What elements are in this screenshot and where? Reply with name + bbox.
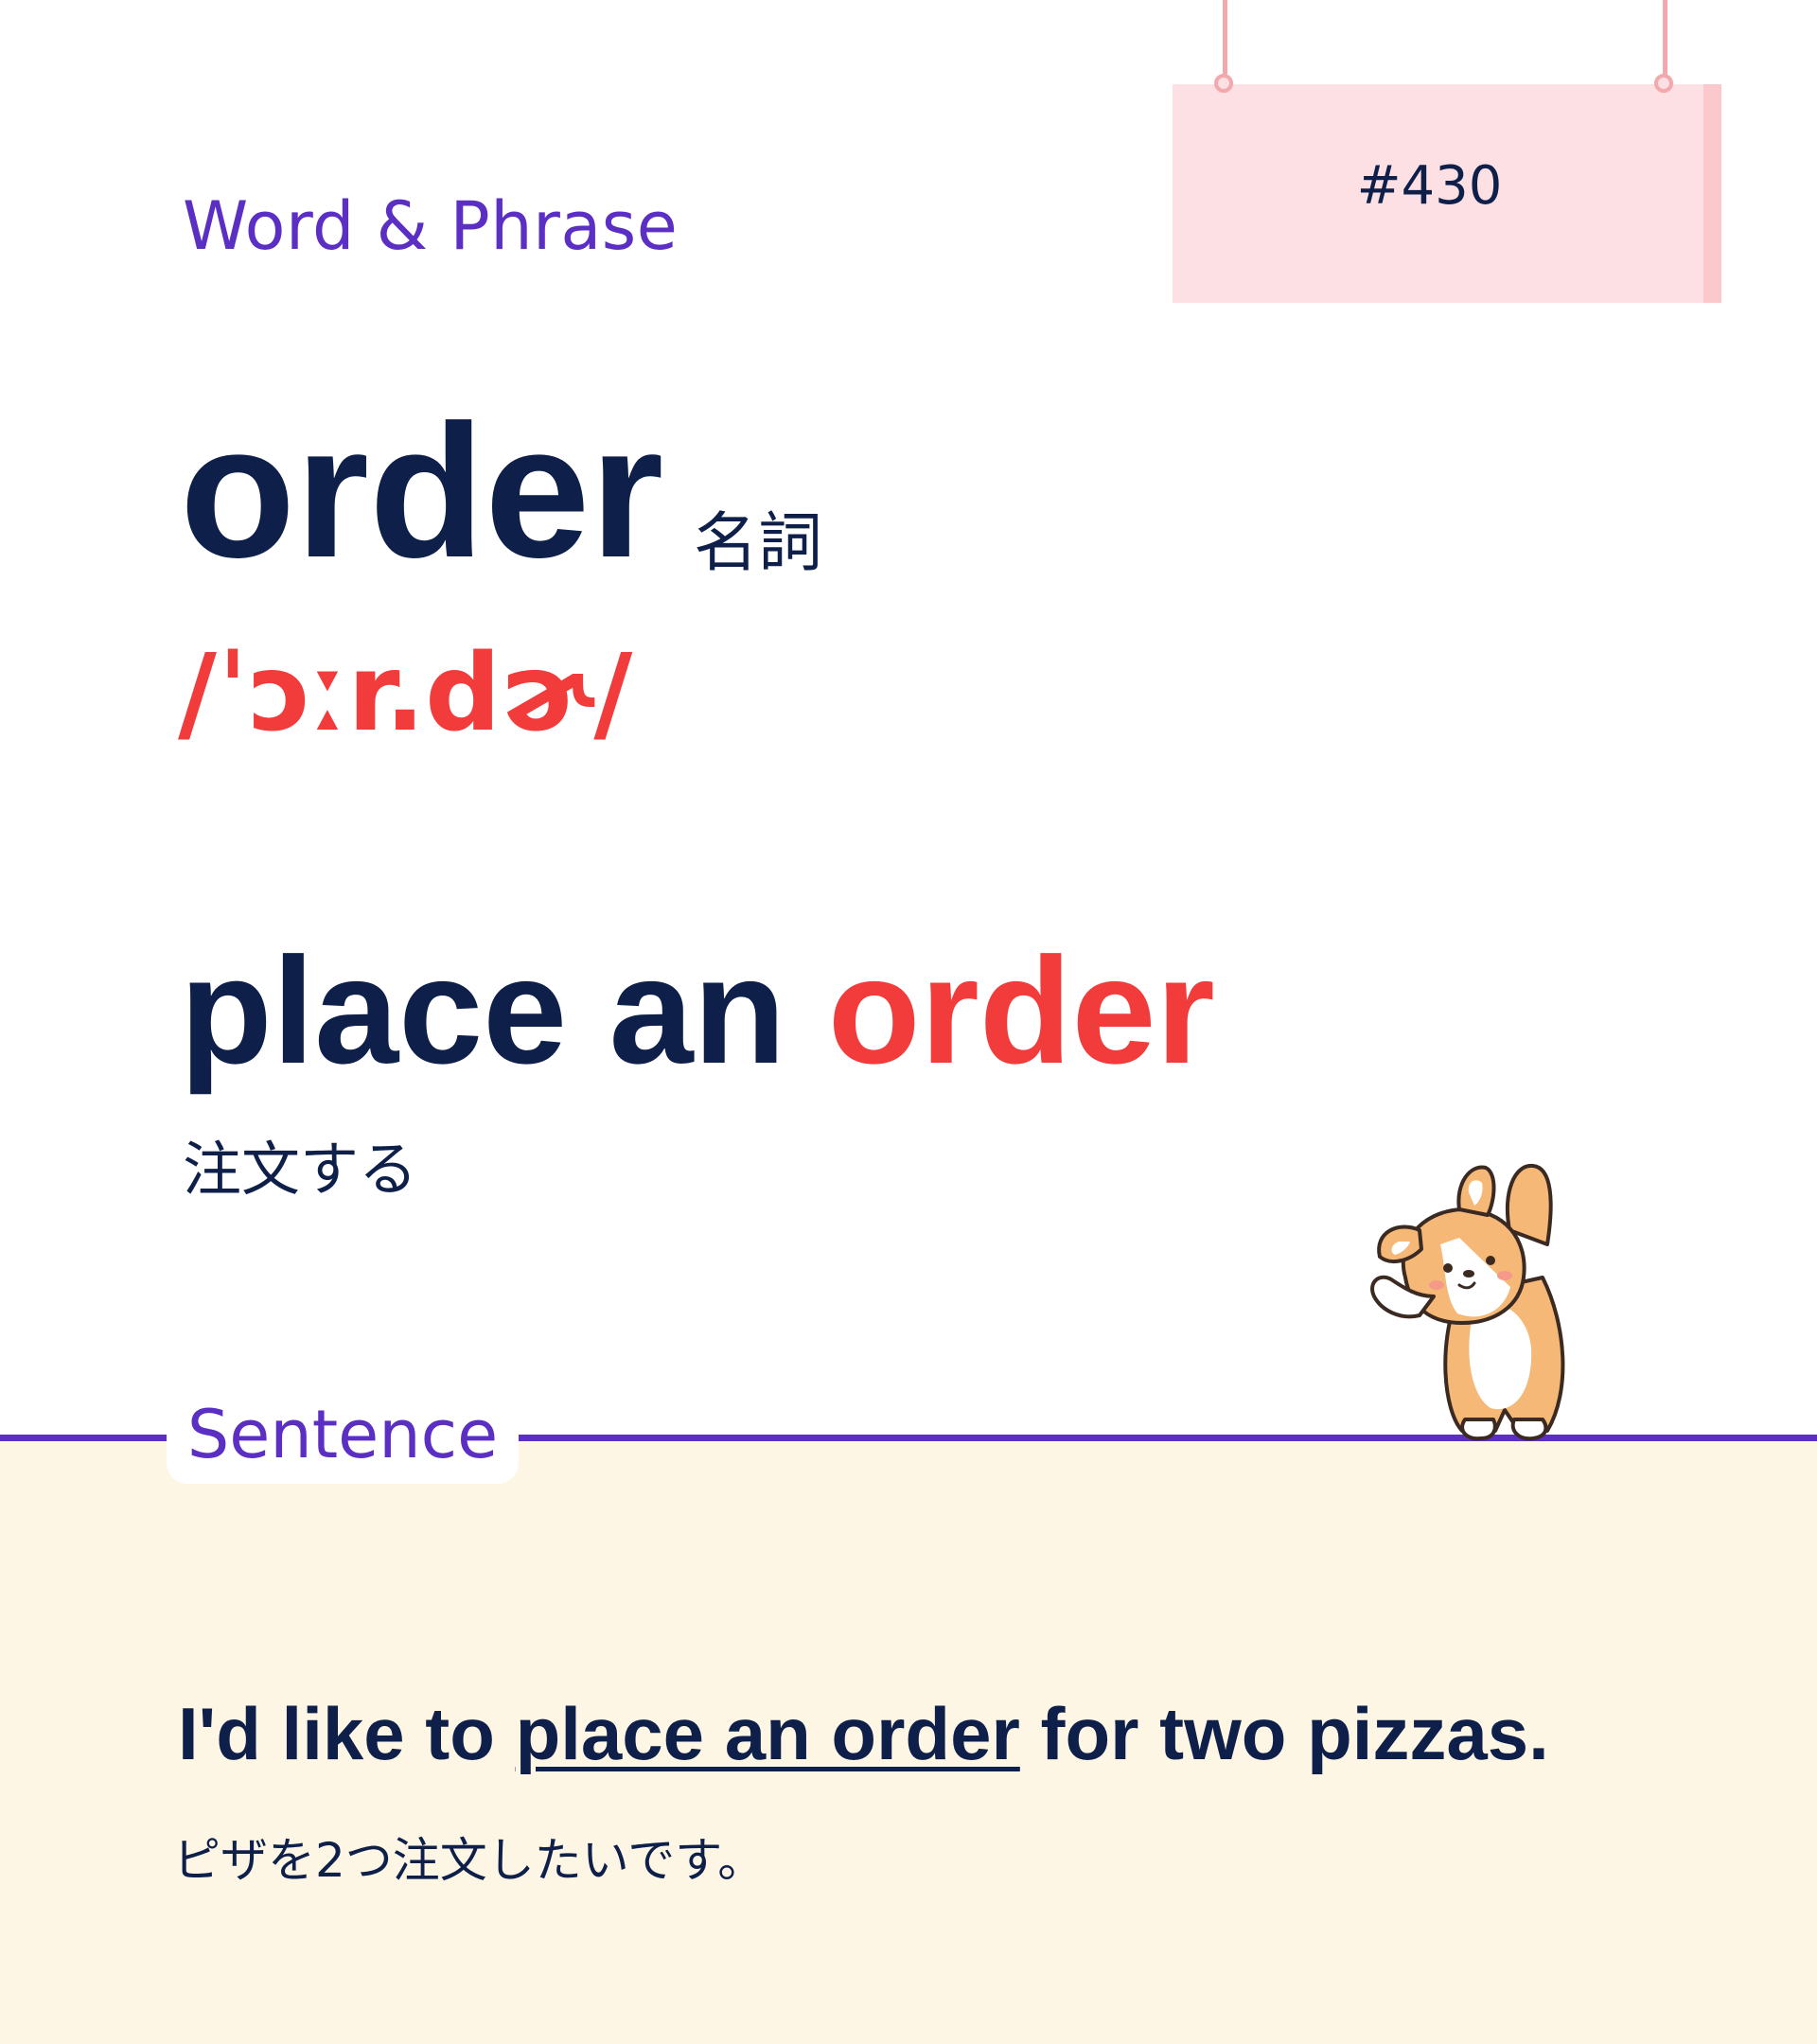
sign-hook-left [1214,74,1233,93]
pronunciation: /ˈɔːr.dɚ/ [178,632,633,755]
sign-string-right [1663,0,1667,79]
sentence-before: I'd like to [178,1692,516,1775]
example-sentence: I'd like to place an order for two pizza… [178,1692,1549,1775]
headword: order [180,386,664,597]
part-of-speech: 名詞 [694,506,823,581]
sentence-label: Sentence [186,1396,499,1473]
section-label-word-phrase: Word & Phrase [183,187,679,265]
number-sign: #430 [1173,84,1721,303]
sign-hook-right [1654,74,1673,93]
card-number: #430 [1356,155,1503,217]
phrase-translation: 注文する [183,1135,418,1204]
sentence-translation: ピザを2つ注文したいです。 [173,1833,766,1888]
phrase-highlight: order [827,925,1215,1095]
sentence-tag: Sentence [167,1385,519,1484]
sentence-underlined: place an order [515,1692,1020,1775]
phrase: place an order [180,927,1215,1094]
phrase-prefix: place an [180,925,828,1095]
sentence-after: for two pizzas. [1019,1692,1549,1775]
corgi-mascot-icon [1370,1163,1565,1441]
sign-string-left [1223,0,1227,79]
